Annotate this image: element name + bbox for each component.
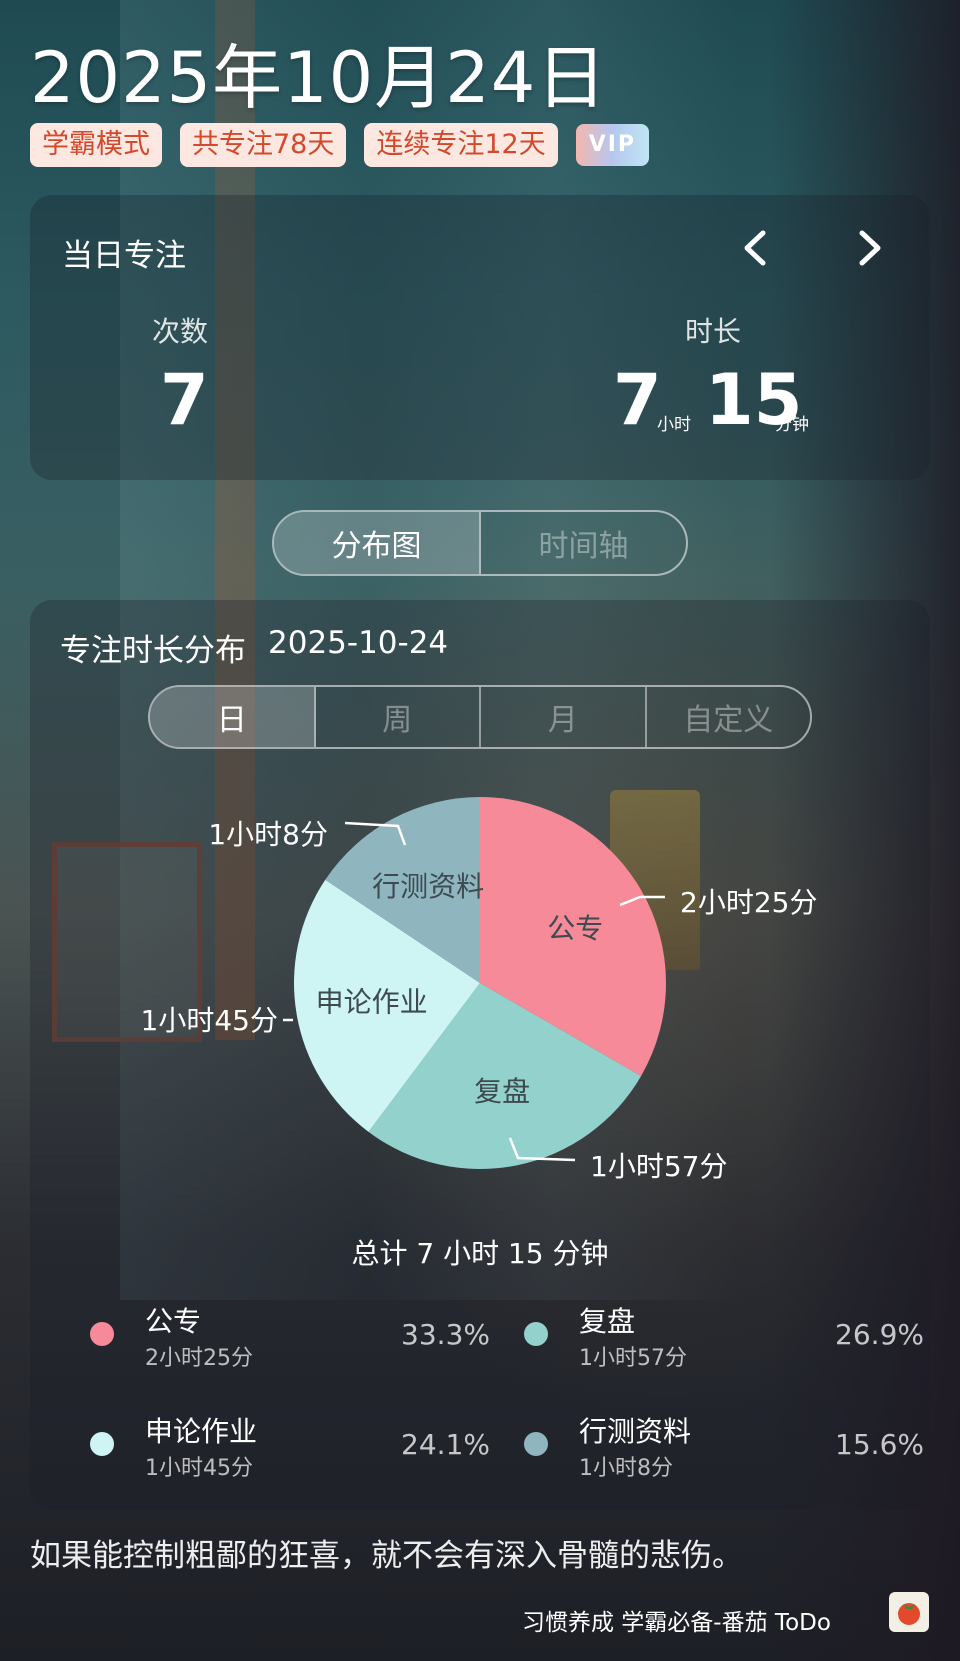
legend-item[interactable]: 复盘 1小时57分 26.9% <box>524 1300 924 1371</box>
legend-percent: 33.3% <box>401 1318 490 1351</box>
range-month[interactable]: 月 <box>481 687 647 747</box>
legend-percent: 26.9% <box>835 1318 924 1351</box>
legend-item[interactable]: 申论作业 1小时45分 24.1% <box>90 1410 490 1481</box>
tag-streak-days: 连续专注12天 <box>364 123 558 167</box>
legend-dot <box>524 1322 548 1346</box>
chevron-left-icon <box>744 230 766 266</box>
legend-name: 申论作业 <box>145 1415 258 1448</box>
chevron-right-icon <box>859 230 881 266</box>
daily-focus-title: 当日专注 <box>62 238 186 274</box>
footer-slogan: 习惯养成 学霸必备-番茄 ToDo <box>522 1610 831 1636</box>
legend-percent: 15.6% <box>835 1428 924 1461</box>
minutes-unit: 分钟 <box>775 415 809 435</box>
view-toggle: 分布图 时间轴 <box>272 510 688 576</box>
count-label: 次数 <box>152 315 209 348</box>
legend-dot <box>90 1322 114 1346</box>
hours-unit: 小时 <box>657 415 691 435</box>
legend-duration: 1小时57分 <box>579 1346 687 1371</box>
legend-dot <box>524 1432 548 1456</box>
range-selector: 日 周 月 自定义 <box>148 685 812 749</box>
previous-day-button[interactable] <box>735 223 775 273</box>
distribution-title: 专注时长分布 <box>60 633 246 669</box>
distribution-header: 专注时长分布 2025-10-24 <box>60 625 448 670</box>
count-value: 7 <box>160 359 209 441</box>
tab-distribution[interactable]: 分布图 <box>274 512 481 574</box>
tomato-icon[interactable] <box>889 1592 929 1632</box>
range-day[interactable]: 日 <box>150 687 316 747</box>
motivational-quote: 如果能控制粗鄙的狂喜，就不会有深入骨髓的悲伤。 <box>30 1538 743 1574</box>
legend-duration: 1小时8分 <box>579 1456 673 1481</box>
legend-percent: 24.1% <box>401 1428 490 1461</box>
legend-name: 复盘 <box>579 1305 636 1338</box>
legend-duration: 1小时45分 <box>145 1456 253 1481</box>
legend-name: 行测资料 <box>579 1415 692 1448</box>
range-custom[interactable]: 自定义 <box>647 687 811 747</box>
legend-name: 公专 <box>145 1305 202 1338</box>
legend-dot <box>90 1432 114 1456</box>
total-duration: 总计 7 小时 15 分钟 <box>351 1237 609 1270</box>
tag-row: 学霸模式 共专注78天 连续专注12天 VIP <box>30 123 650 167</box>
legend-item[interactable]: 行测资料 1小时8分 15.6% <box>524 1410 924 1481</box>
duration-label: 时长 <box>685 315 742 348</box>
tag-mode: 学霸模式 <box>30 123 162 167</box>
page-title-date: 2025年10月24日 <box>30 37 608 119</box>
next-day-button[interactable] <box>850 223 890 273</box>
duration-hours: 7 <box>613 359 662 441</box>
vip-badge[interactable]: VIP <box>575 124 650 166</box>
range-week[interactable]: 周 <box>316 687 481 747</box>
legend-duration: 2小时25分 <box>145 1346 253 1371</box>
distribution-date: 2025-10-24 <box>268 625 449 661</box>
tab-timeline[interactable]: 时间轴 <box>481 512 686 574</box>
legend-item[interactable]: 公专 2小时25分 33.3% <box>90 1300 490 1371</box>
daily-focus-card: 当日专注 次数 时长 7 7 小时 15 分钟 <box>30 195 930 480</box>
tag-total-days: 共专注78天 <box>180 123 347 167</box>
